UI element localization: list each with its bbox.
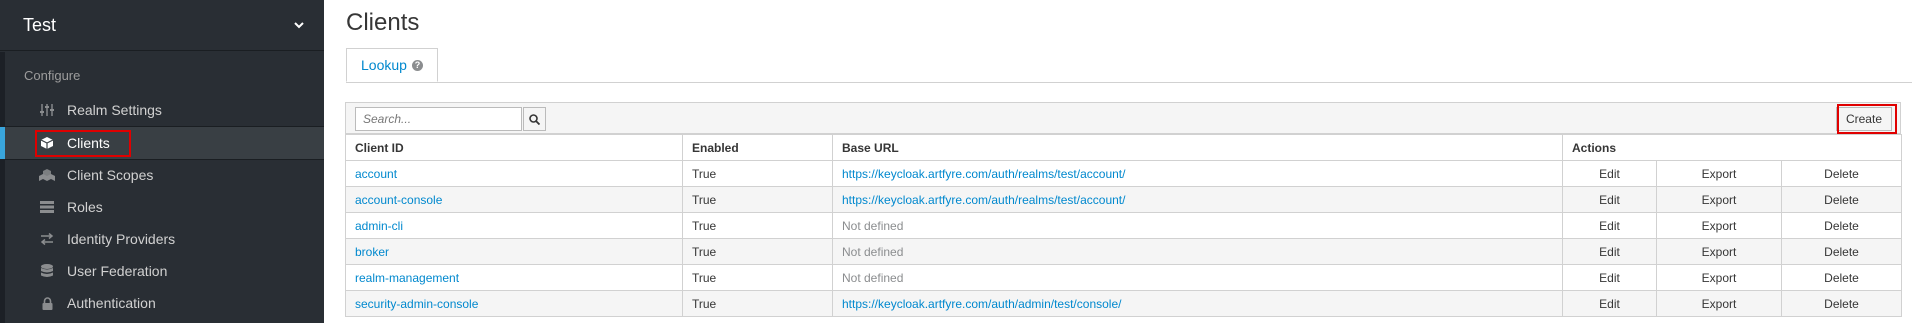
table-row: admin-cli True Not defined Edit Export Delete xyxy=(345,212,1903,239)
export-button[interactable]: Export xyxy=(1656,264,1782,291)
client-id-link[interactable]: account-console xyxy=(345,186,683,213)
tab-label: Lookup xyxy=(361,57,407,73)
sidebar-item-authentication[interactable]: Authentication xyxy=(5,287,324,319)
delete-button[interactable]: Delete xyxy=(1780,212,1903,239)
client-id-link[interactable]: admin-cli xyxy=(345,212,683,239)
enabled-cell: True xyxy=(682,264,833,291)
sidebar-item-label: User Federation xyxy=(67,263,168,279)
export-button[interactable]: Export xyxy=(1656,238,1782,265)
sidebar: Test Configure Realm Settings Clients Cl… xyxy=(0,0,324,323)
table-row: account-console True https://keycloak.artf… xyxy=(345,186,1903,213)
edit-button[interactable]: Edit xyxy=(1562,264,1657,291)
client-id-link[interactable]: account xyxy=(345,160,683,187)
enabled-cell: True xyxy=(682,238,833,265)
clients-table: Client ID Enabled Base URL Actions accou… xyxy=(345,134,1903,317)
export-button[interactable]: Export xyxy=(1656,186,1782,213)
column-header-enabled[interactable]: Enabled xyxy=(682,134,833,161)
sidebar-item-label: Identity Providers xyxy=(67,231,176,247)
base-url-link[interactable]: https://keycloak.artfyre.com/auth/realms… xyxy=(832,160,1563,187)
sidebar-item-label: Realm Settings xyxy=(67,102,162,118)
delete-button[interactable]: Delete xyxy=(1780,264,1903,291)
client-id-link[interactable]: broker xyxy=(345,238,683,265)
table-row: realm-management True Not defined Edit Expor… xyxy=(345,264,1903,291)
export-button[interactable]: Export xyxy=(1656,212,1782,239)
enabled-cell: True xyxy=(682,186,833,213)
base-url-cell: Not defined xyxy=(832,212,1563,239)
list-icon xyxy=(39,199,55,215)
edit-button[interactable]: Edit xyxy=(1562,160,1657,187)
sidebar-item-client-scopes[interactable]: Client Scopes xyxy=(5,159,324,191)
export-button[interactable]: Export xyxy=(1656,290,1782,317)
search-input[interactable] xyxy=(355,107,522,131)
base-url-link[interactable]: https://keycloak.artfyre.com/auth/admin/… xyxy=(832,290,1563,317)
base-url-cell: Not defined xyxy=(832,264,1563,291)
table-row: broker True Not defined Edit Export Delete xyxy=(345,238,1903,265)
lock-icon xyxy=(39,295,55,311)
tab-bar: Lookup ? xyxy=(346,48,1912,83)
section-heading-configure: Configure xyxy=(24,68,81,83)
table-row: security-admin-console True https://keyclo… xyxy=(345,290,1903,317)
export-button[interactable]: Export xyxy=(1656,160,1782,187)
edit-button[interactable]: Edit xyxy=(1562,186,1657,213)
sidebar-item-roles[interactable]: Roles xyxy=(5,191,324,223)
column-header-actions: Actions xyxy=(1561,134,1903,161)
database-icon xyxy=(39,263,55,279)
search-button[interactable] xyxy=(523,107,546,131)
exchange-icon xyxy=(39,231,55,247)
client-id-link[interactable]: realm-management xyxy=(345,264,683,291)
sidebar-item-user-federation[interactable]: User Federation xyxy=(5,255,324,287)
realm-name: Test xyxy=(23,14,57,35)
base-url-cell: Not defined xyxy=(832,238,1563,265)
table-header-row: Client ID Enabled Base URL Actions xyxy=(345,134,1903,161)
tab-lookup[interactable]: Lookup ? xyxy=(346,48,438,82)
sidebar-item-realm-settings[interactable]: Realm Settings xyxy=(5,94,324,126)
enabled-cell: True xyxy=(682,212,833,239)
table-toolbar: Create xyxy=(345,102,1901,134)
delete-button[interactable]: Delete xyxy=(1780,186,1903,213)
sidebar-item-label: Client Scopes xyxy=(67,167,154,183)
chevron-down-icon xyxy=(294,20,304,30)
sidebar-item-label: Authentication xyxy=(67,295,156,311)
highlight-box-create xyxy=(1837,104,1897,134)
sidebar-item-identity-providers[interactable]: Identity Providers xyxy=(5,223,324,255)
edit-button[interactable]: Edit xyxy=(1562,212,1657,239)
page-title: Clients xyxy=(346,9,420,36)
cubes-icon xyxy=(39,167,55,183)
column-header-client-id[interactable]: Client ID xyxy=(345,134,683,161)
edit-button[interactable]: Edit xyxy=(1562,290,1657,317)
help-icon[interactable]: ? xyxy=(411,59,423,71)
clients-table-panel: Create Client ID Enabled Base URL Action… xyxy=(345,102,1903,317)
column-header-base-url[interactable]: Base URL xyxy=(832,134,1563,161)
main-content: Clients Lookup ? Create Client ID En xyxy=(324,0,1922,323)
sidebar-item-label: Roles xyxy=(67,199,103,215)
delete-button[interactable]: Delete xyxy=(1780,290,1903,317)
client-id-link[interactable]: security-admin-console xyxy=(345,290,683,317)
edit-button[interactable]: Edit xyxy=(1562,238,1657,265)
base-url-link[interactable]: https://keycloak.artfyre.com/auth/realms… xyxy=(832,186,1563,213)
table-row: account True https://keycloak.artfyre.com/… xyxy=(345,160,1903,187)
realm-selector[interactable]: Test xyxy=(0,0,324,51)
enabled-cell: True xyxy=(682,160,833,187)
search-icon xyxy=(529,113,540,125)
sliders-icon xyxy=(39,102,55,118)
delete-button[interactable]: Delete xyxy=(1780,160,1903,187)
delete-button[interactable]: Delete xyxy=(1780,238,1903,265)
highlight-box-clients xyxy=(35,130,131,157)
enabled-cell: True xyxy=(682,290,833,317)
